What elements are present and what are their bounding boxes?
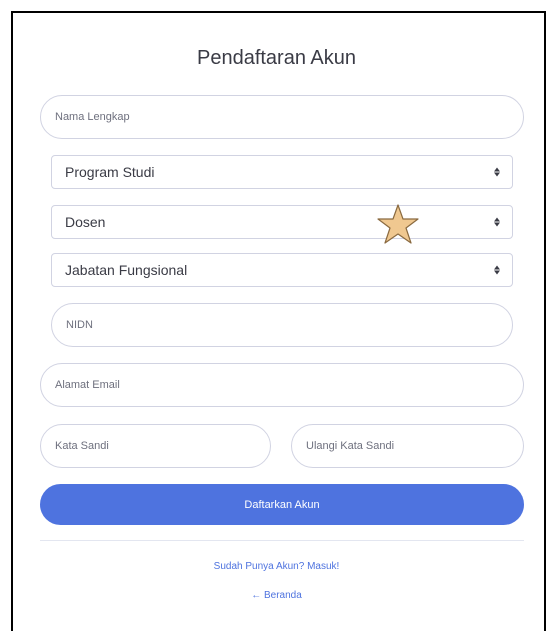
email-input[interactable]: Alamat Email: [40, 363, 524, 407]
divider: [40, 540, 524, 541]
nidn-placeholder: NIDN: [66, 319, 93, 331]
repeat-password-placeholder: Ulangi Kata Sandi: [306, 440, 395, 452]
password-input[interactable]: Kata Sandi: [40, 424, 271, 468]
register-button-label: Daftarkan Akun: [244, 498, 320, 511]
login-link[interactable]: Sudah Punya Akun? Masuk!: [0, 561, 553, 572]
role-value: Dosen: [65, 214, 106, 230]
jabatan-fungsional-value: Jabatan Fungsional: [65, 262, 188, 278]
repeat-password-input[interactable]: Ulangi Kata Sandi: [291, 424, 524, 468]
role-select[interactable]: Dosen: [51, 205, 513, 239]
full-name-placeholder: Nama Lengkap: [55, 111, 130, 123]
password-placeholder: Kata Sandi: [55, 440, 109, 452]
full-name-input[interactable]: Nama Lengkap: [40, 95, 524, 139]
jabatan-fungsional-select[interactable]: Jabatan Fungsional: [51, 253, 513, 287]
select-arrows-icon: [494, 167, 500, 177]
star-icon: [377, 204, 419, 244]
select-arrows-icon: [494, 217, 500, 227]
email-placeholder: Alamat Email: [55, 379, 120, 391]
nidn-input[interactable]: NIDN: [51, 303, 513, 347]
register-button[interactable]: Daftarkan Akun: [40, 484, 524, 525]
home-link[interactable]: ← Beranda: [0, 590, 553, 601]
select-arrows-icon: [494, 265, 500, 275]
program-studi-value: Program Studi: [65, 164, 155, 180]
program-studi-select[interactable]: Program Studi: [51, 155, 513, 189]
page-title: Pendaftaran Akun: [196, 47, 356, 69]
